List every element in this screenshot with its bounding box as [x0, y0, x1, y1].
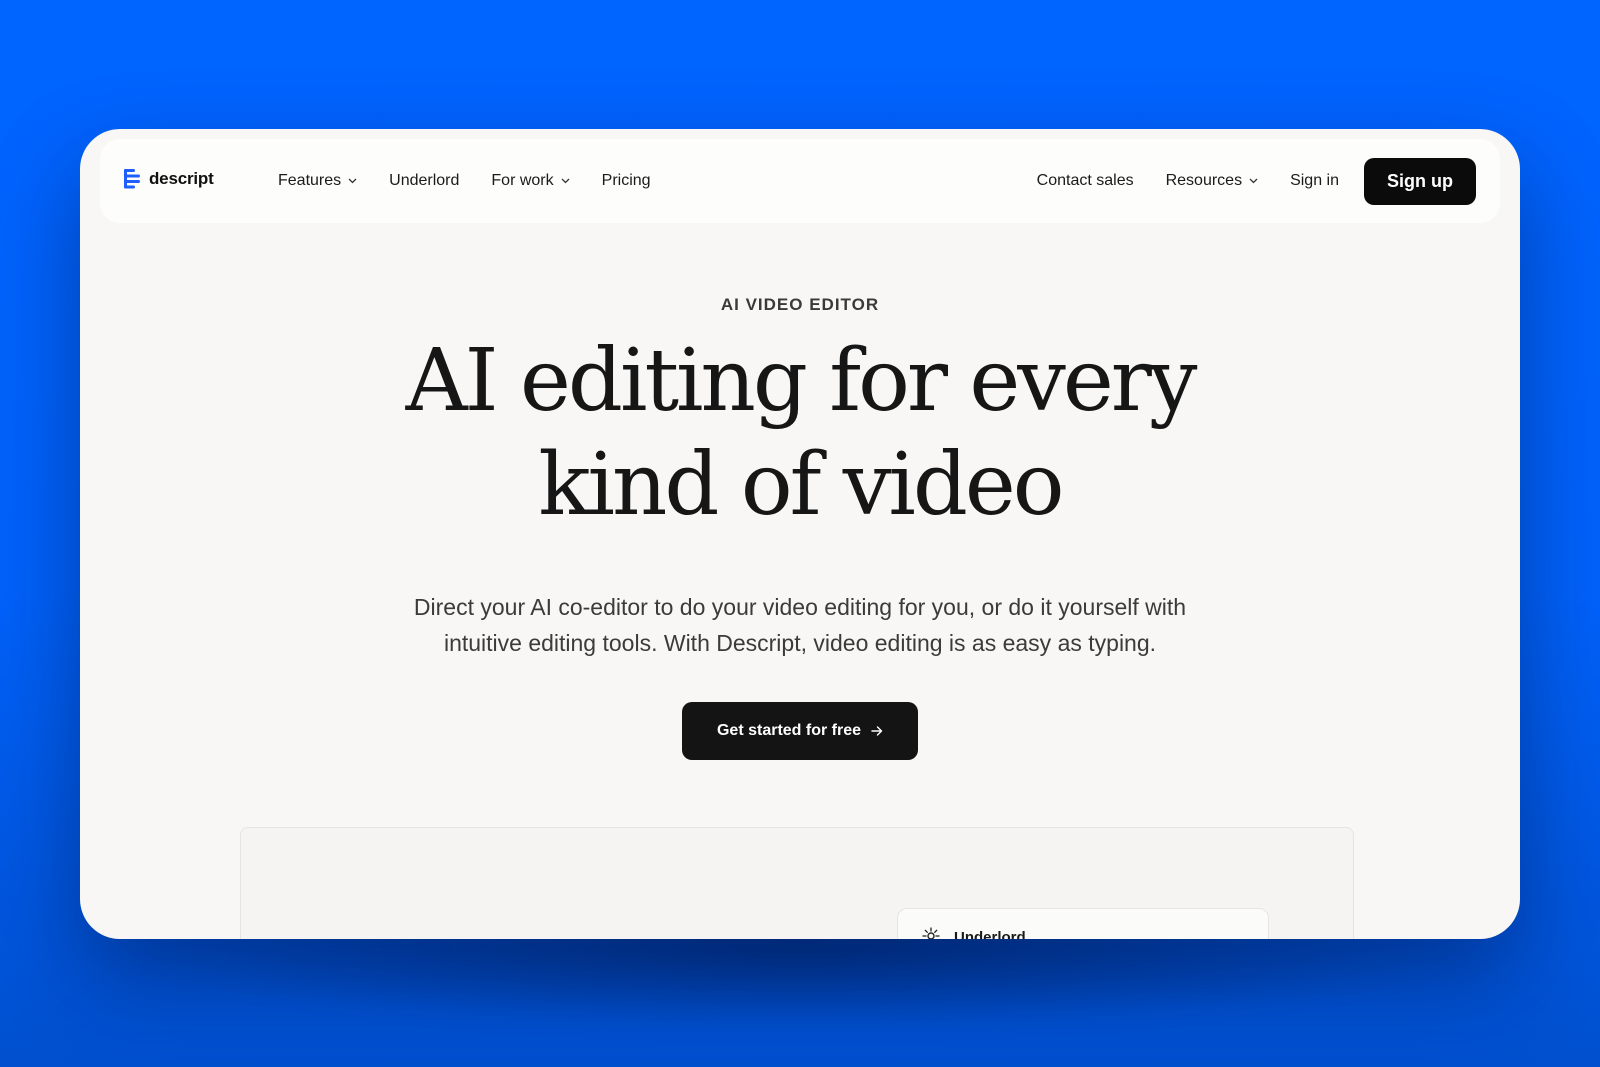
nav-for-work-label: For work [491, 172, 554, 189]
nav-pricing-label: Pricing [601, 172, 651, 189]
arrow-right-icon [871, 726, 883, 736]
product-preview-panel: Underlord [240, 827, 1354, 939]
chevron-down-icon [348, 178, 357, 184]
nav-sign-in[interactable]: Sign in [1290, 172, 1339, 190]
underlord-card-label: Underlord [954, 929, 1026, 939]
primary-nav: Features Underlord For work Pricing [278, 139, 651, 223]
hero-subtext-line-1: Direct your AI co-editor to do your vide… [413, 594, 1187, 620]
chevron-down-icon [561, 178, 570, 184]
hero-subtext: Direct your AI co-editor to do your vide… [350, 589, 1250, 661]
brand-name: descript [149, 169, 214, 188]
hero-headline-line-2: kind of video [538, 435, 1064, 535]
get-started-button[interactable]: Get started for free [682, 702, 918, 760]
nav-resources-label: Resources [1165, 172, 1243, 189]
nav-pricing[interactable]: Pricing [602, 172, 651, 190]
descript-logo[interactable]: descript [124, 169, 214, 189]
browser-window: descript Features Underlord For work Pri… [80, 129, 1520, 939]
underlord-chat-card[interactable]: Underlord [897, 908, 1269, 939]
get-started-label: Get started for free [716, 722, 862, 739]
nav-contact-sales-label: Contact sales [1036, 172, 1134, 189]
underlord-sparkle-icon [922, 927, 940, 939]
nav-underlord-label: Underlord [389, 172, 460, 189]
descript-logo-icon [124, 169, 140, 189]
nav-resources[interactable]: Resources [1166, 172, 1258, 190]
nav-contact-sales[interactable]: Contact sales [1037, 172, 1134, 190]
nav-features-label: Features [278, 172, 342, 189]
nav-for-work[interactable]: For work [491, 172, 570, 190]
sign-up-button[interactable]: Sign up [1364, 157, 1476, 205]
hero-subtext-line-2: intuitive editing tools. With Descript, … [443, 630, 1157, 656]
hero-headline-line-1: AI editing for every [405, 331, 1198, 431]
nav-features[interactable]: Features [278, 172, 357, 190]
hero-eyebrow: AI VIDEO EDITOR [720, 295, 880, 314]
top-navbar: descript Features Underlord For work Pri… [100, 139, 1500, 223]
chevron-down-icon [1249, 178, 1258, 184]
secondary-nav: Contact sales Resources Sign in Sign up [1037, 139, 1500, 223]
nav-underlord[interactable]: Underlord [389, 172, 459, 190]
nav-sign-in-label: Sign in [1290, 172, 1339, 189]
hero-headline: AI editing for every kind of video [80, 329, 1520, 537]
